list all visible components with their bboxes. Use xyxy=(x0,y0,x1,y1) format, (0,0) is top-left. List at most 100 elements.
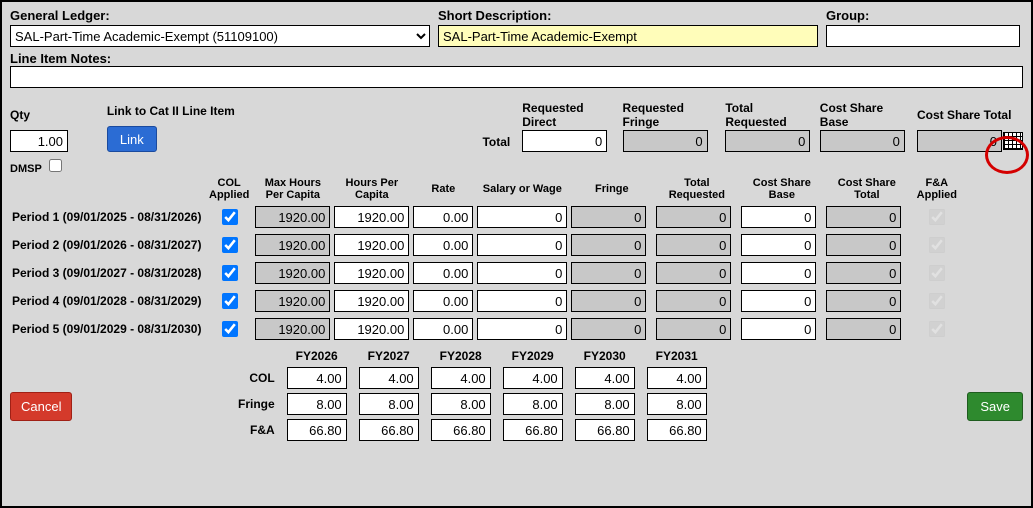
requested-direct-total[interactable] xyxy=(522,130,607,152)
calculator-icon[interactable] xyxy=(1003,132,1023,150)
col-head-fa: F&A Applied xyxy=(909,175,964,203)
fy-fa-input[interactable] xyxy=(575,419,635,441)
total-requested-input xyxy=(656,206,731,228)
label-short-desc: Short Description: xyxy=(438,8,818,23)
fy-fringe-input[interactable] xyxy=(287,393,347,415)
link-button[interactable]: Link xyxy=(107,126,157,152)
fy-header: FY2028 xyxy=(425,347,497,365)
label-dmsp: DMSP xyxy=(10,163,42,175)
fy-table: FY2026FY2027FY2028FY2029FY2030FY2031 COL… xyxy=(232,347,713,443)
rate-input[interactable] xyxy=(413,206,473,228)
fy-col-input[interactable] xyxy=(359,367,419,389)
fy-fringe-input[interactable] xyxy=(503,393,563,415)
fa-applied-checkbox xyxy=(929,237,945,253)
col-head-cst: Cost Share Total xyxy=(824,175,909,203)
cost-share-total-input xyxy=(826,234,901,256)
cost-share-base-total xyxy=(820,130,905,152)
col-applied-checkbox[interactable] xyxy=(222,209,238,225)
cancel-button[interactable]: Cancel xyxy=(10,392,72,421)
hours-per-capita-input[interactable] xyxy=(334,206,409,228)
label-total-req: Total Requested xyxy=(725,100,811,130)
col-applied-checkbox[interactable] xyxy=(222,321,238,337)
label-cs-total: Cost Share Total xyxy=(917,100,1011,130)
hours-per-capita-input[interactable] xyxy=(334,290,409,312)
fy-row-label-col: COL xyxy=(232,365,281,391)
rate-input[interactable] xyxy=(413,318,473,340)
group-input[interactable] xyxy=(826,25,1020,47)
qty-input[interactable] xyxy=(10,130,68,152)
col-head-salary: Salary or Wage xyxy=(475,175,569,203)
fy-col-input[interactable] xyxy=(287,367,347,389)
max-hours-input xyxy=(255,290,330,312)
label-general-ledger: General Ledger: xyxy=(10,8,430,23)
period-label: Period 4 (09/01/2028 - 08/31/2029) xyxy=(10,287,205,315)
fy-fringe-input[interactable] xyxy=(359,393,419,415)
cost-share-total-input xyxy=(826,318,901,340)
col-head-hpc: Hours Per Capita xyxy=(332,175,411,203)
general-ledger-select[interactable]: SAL-Part-Time Academic-Exempt (51109100) xyxy=(10,25,430,47)
dmsp-checkbox[interactable] xyxy=(49,159,62,172)
period-row: Period 1 (09/01/2025 - 08/31/2026) xyxy=(10,203,964,231)
save-button[interactable]: Save xyxy=(967,392,1023,421)
cost-share-base-input[interactable] xyxy=(741,234,816,256)
period-label: Period 5 (09/01/2029 - 08/31/2030) xyxy=(10,315,205,343)
hours-per-capita-input[interactable] xyxy=(334,262,409,284)
col-applied-checkbox[interactable] xyxy=(222,265,238,281)
total-requested-input xyxy=(656,318,731,340)
fy-col-input[interactable] xyxy=(647,367,707,389)
fy-col-input[interactable] xyxy=(431,367,491,389)
label-line-item-notes: Line Item Notes: xyxy=(10,51,111,66)
rate-input[interactable] xyxy=(413,234,473,256)
max-hours-input xyxy=(255,206,330,228)
short-desc-input[interactable] xyxy=(438,25,818,47)
fringe-input xyxy=(571,318,646,340)
fa-applied-checkbox xyxy=(929,321,945,337)
fy-fa-input[interactable] xyxy=(287,419,347,441)
total-requested-total xyxy=(725,130,810,152)
fringe-input xyxy=(571,234,646,256)
label-req-fringe: Requested Fringe xyxy=(623,100,718,130)
fy-fa-input[interactable] xyxy=(431,419,491,441)
requested-fringe-total xyxy=(623,130,708,152)
fy-fa-input[interactable] xyxy=(503,419,563,441)
cost-share-base-input[interactable] xyxy=(741,290,816,312)
salary-input[interactable] xyxy=(477,234,567,256)
hours-per-capita-input[interactable] xyxy=(334,318,409,340)
max-hours-input xyxy=(255,234,330,256)
cost-share-base-input[interactable] xyxy=(741,318,816,340)
fy-header: FY2030 xyxy=(569,347,641,365)
col-applied-checkbox[interactable] xyxy=(222,293,238,309)
fa-applied-checkbox xyxy=(929,209,945,225)
period-row: Period 5 (09/01/2029 - 08/31/2030) xyxy=(10,315,964,343)
col-head-fringe: Fringe xyxy=(569,175,654,203)
col-applied-checkbox[interactable] xyxy=(222,237,238,253)
period-row: Period 4 (09/01/2028 - 08/31/2029) xyxy=(10,287,964,315)
salary-input[interactable] xyxy=(477,262,567,284)
fy-fa-input[interactable] xyxy=(647,419,707,441)
hours-per-capita-input[interactable] xyxy=(334,234,409,256)
fa-applied-checkbox xyxy=(929,293,945,309)
fy-col-input[interactable] xyxy=(575,367,635,389)
rate-input[interactable] xyxy=(413,290,473,312)
fy-fringe-input[interactable] xyxy=(647,393,707,415)
label-req-direct: Requested Direct xyxy=(522,100,614,130)
fringe-input xyxy=(571,262,646,284)
rate-input[interactable] xyxy=(413,262,473,284)
line-item-notes-input[interactable] xyxy=(10,66,1023,88)
fy-fringe-input[interactable] xyxy=(575,393,635,415)
salary-input[interactable] xyxy=(477,206,567,228)
period-label: Period 3 (09/01/2027 - 08/31/2028) xyxy=(10,259,205,287)
max-hours-input xyxy=(255,318,330,340)
col-head-rate: Rate xyxy=(411,175,475,203)
salary-input[interactable] xyxy=(477,318,567,340)
cost-share-base-input[interactable] xyxy=(741,206,816,228)
fy-row-label-fa: F&A xyxy=(232,417,281,443)
cost-share-base-input[interactable] xyxy=(741,262,816,284)
total-requested-input xyxy=(656,262,731,284)
fy-fringe-input[interactable] xyxy=(431,393,491,415)
period-label: Period 2 (09/01/2026 - 08/31/2027) xyxy=(10,231,205,259)
label-cs-base: Cost Share Base xyxy=(820,100,909,130)
fy-col-input[interactable] xyxy=(503,367,563,389)
fy-fa-input[interactable] xyxy=(359,419,419,441)
salary-input[interactable] xyxy=(477,290,567,312)
